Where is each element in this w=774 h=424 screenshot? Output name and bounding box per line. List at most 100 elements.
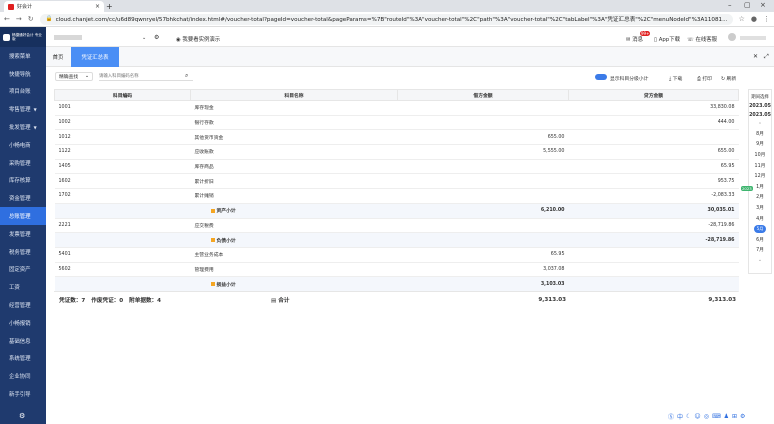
cell-account-name-text: 损益小计	[216, 282, 236, 288]
reload-icon[interactable]: ↻	[28, 15, 34, 23]
cell-account-code-text: 2221	[58, 222, 71, 228]
menu-icon[interactable]: ⋮	[763, 15, 770, 23]
month-item[interactable]: 1月	[756, 181, 764, 192]
language-icon[interactable]: 中	[677, 412, 683, 421]
cell-account-code-text: 5602	[58, 266, 71, 272]
sidebar-item-label: 固定资产	[9, 267, 31, 274]
close-icon[interactable]: ×	[95, 3, 100, 10]
avatar[interactable]	[728, 33, 736, 41]
settings-icon[interactable]: ⚙	[154, 34, 159, 41]
tab-home[interactable]: 首页	[46, 47, 70, 67]
sidebar-item[interactable]: 小畅报销	[0, 314, 46, 332]
settings-icon[interactable]: ⚙	[740, 413, 745, 420]
input-method-icon[interactable]: Ⓢ	[668, 412, 674, 421]
sidebar-item[interactable]: 库存核算	[0, 172, 46, 190]
month-item[interactable]: 9月	[756, 139, 764, 150]
logo-mark-icon	[3, 33, 10, 41]
top-header: ⌄ ⚙ ◉ 我要看实例演示 ✉ 消息 99+ ▯ App下载 ☏ 在线客服	[46, 27, 774, 47]
url-input[interactable]: 🔒 cloud.chanjet.com/cc/u6d89qwnryel/57bhk…	[39, 13, 733, 25]
period-from[interactable]: 2023.05	[749, 104, 771, 109]
header-debit[interactable]: 借方金额	[397, 89, 569, 101]
browser-tab[interactable]: 好会计 ×	[4, 1, 104, 12]
table-row: 5602 管理费用 3,037.08	[54, 262, 739, 278]
sidebar-item[interactable]: 采购管理	[0, 154, 46, 172]
forward-icon[interactable]: →	[16, 15, 22, 23]
search-type-select[interactable]: 精确查找 ⌄	[55, 72, 93, 81]
sidebar-item[interactable]: 基础信息	[0, 332, 46, 350]
shirt-icon[interactable]: ♟	[724, 413, 729, 420]
user-name[interactable]	[740, 36, 766, 40]
show-level-toggle[interactable]	[595, 74, 607, 80]
month-item[interactable]: 3月	[756, 202, 764, 213]
demo-link[interactable]: ◉ 我要看实例演示	[176, 35, 220, 43]
close-tab-icon[interactable]: ✕	[753, 53, 758, 60]
sidebar-item[interactable]: 新手引导	[0, 385, 46, 403]
sidebar-item[interactable]: 搜索菜单	[0, 47, 46, 65]
month-item[interactable]: 8月	[756, 128, 764, 139]
collapse-icon[interactable]	[210, 238, 215, 243]
refresh-button[interactable]: ↻ 刷新	[721, 75, 736, 82]
gear-icon[interactable]: ⚙	[19, 412, 25, 420]
fullscreen-icon[interactable]: ⤢	[764, 53, 769, 61]
minimize-icon[interactable]: –	[728, 1, 732, 9]
sidebar-item[interactable]: 项目台账	[0, 83, 46, 101]
sidebar-item[interactable]: 总账管理	[0, 207, 46, 225]
mic-icon[interactable]: ◎	[704, 413, 709, 420]
cell-account-name: 银行存款	[190, 115, 398, 131]
download-button[interactable]: ⤓ 下载	[669, 75, 682, 82]
month-item[interactable]: 11月	[755, 160, 766, 171]
sidebar-item[interactable]: 系统管理	[0, 350, 46, 368]
sidebar-item-label: 批发管理	[9, 125, 31, 132]
period-to[interactable]: 2023.05	[749, 113, 771, 118]
back-icon[interactable]: ←	[4, 15, 10, 23]
grid-icon[interactable]: ⊞	[732, 413, 737, 420]
sidebar-item[interactable]: 税务管理	[0, 243, 46, 261]
smile-icon[interactable]: ☺	[694, 413, 700, 420]
chevron-down-icon[interactable]: ⌄	[758, 257, 762, 263]
tab-voucher-total[interactable]: 凭证汇总表	[71, 47, 119, 67]
sidebar-item[interactable]: 企业协同	[0, 367, 46, 385]
sidebar-item[interactable]: 工资	[0, 278, 46, 296]
sidebar-item[interactable]: 固定资产	[0, 261, 46, 279]
search-icon[interactable]: ⌕	[185, 72, 188, 80]
sidebar-item[interactable]: 快捷导航	[0, 65, 46, 83]
subtotal-row: 负债小计 -28,719.86	[54, 232, 739, 248]
month-item[interactable]: 6月	[756, 234, 764, 245]
cell-account-name: 管理费用	[190, 262, 398, 278]
collapse-icon[interactable]	[210, 208, 215, 213]
cell-debit-text: 655.00	[547, 134, 565, 140]
month-item[interactable]: 10月	[755, 149, 766, 160]
app-download-button[interactable]: ▯ App下载	[654, 35, 680, 43]
company-selector[interactable]	[54, 35, 82, 40]
month-item[interactable]: 5月	[754, 224, 766, 233]
header-account-code[interactable]: 科目编码	[54, 89, 191, 101]
collapse-icon[interactable]	[210, 282, 215, 287]
month-item[interactable]: 4月	[756, 213, 764, 224]
search-input[interactable]	[99, 72, 193, 81]
month-item[interactable]: 12月	[755, 170, 766, 181]
online-service-button[interactable]: ☏ 在线客服	[687, 35, 717, 43]
new-tab-icon[interactable]: +	[106, 2, 113, 11]
notice-button[interactable]: ✉ 消息	[626, 35, 643, 43]
header-credit[interactable]: 贷方金额	[568, 89, 739, 101]
sidebar-item[interactable]: 批发管理 ▼	[0, 118, 46, 136]
profile-icon[interactable]: ●	[751, 15, 757, 23]
sidebar-item[interactable]: 发票管理	[0, 225, 46, 243]
month-item[interactable]: 7月	[756, 245, 764, 256]
star-icon[interactable]: ☆	[739, 15, 745, 23]
sidebar-item[interactable]: 经营管理	[0, 296, 46, 314]
sidebar-item[interactable]: 资金管理	[0, 189, 46, 207]
moon-icon[interactable]: ☾	[686, 413, 691, 420]
sidebar-item[interactable]: 零售管理 ▼	[0, 100, 46, 118]
print-button[interactable]: ⎙ 打印	[697, 75, 712, 82]
void-count: 作废凭证：0	[91, 297, 124, 304]
chevron-down-icon[interactable]: ⌄	[142, 35, 146, 41]
header-account-name[interactable]: 科目名称	[190, 89, 398, 101]
month-item[interactable]: 2月	[756, 192, 764, 203]
table-row: 1122 应收账款 5,555.00 655.00	[54, 144, 739, 160]
window-close-icon[interactable]: ×	[760, 1, 766, 9]
maximize-icon[interactable]: ▢	[744, 1, 751, 9]
sidebar-item[interactable]: 小畅电商	[0, 136, 46, 154]
address-bar: ← → ↻ 🔒 cloud.chanjet.com/cc/u6d89qwnryel…	[0, 12, 774, 27]
keyboard-icon[interactable]: ⌨	[712, 413, 721, 420]
